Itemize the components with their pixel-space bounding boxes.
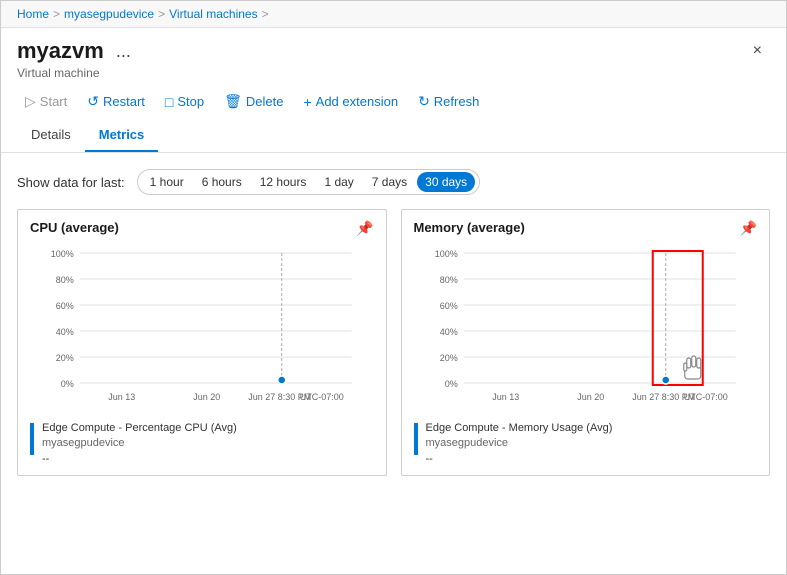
memory-legend-color	[414, 423, 418, 455]
stop-label: Stop	[177, 94, 204, 109]
memory-legend-text: Edge Compute - Memory Usage (Avg) myaseg…	[426, 421, 613, 467]
time-filters: 1 hour 6 hours 12 hours 1 day 7 days 30 …	[137, 169, 481, 195]
stop-button[interactable]: □ Stop	[157, 89, 212, 115]
svg-text:Jun 13: Jun 13	[492, 392, 519, 402]
delete-button[interactable]: 🗑 Delete	[216, 88, 291, 115]
charts-row: CPU (average) 📌 100% 80% 60% 40% 20% 0%	[17, 209, 770, 476]
svg-text:0%: 0%	[444, 379, 457, 389]
memory-legend-sub: myasegpudevice	[426, 436, 613, 451]
svg-text:Jun 20: Jun 20	[577, 392, 604, 402]
show-data-label: Show data for last:	[17, 175, 125, 190]
memory-chart-legend: Edge Compute - Memory Usage (Avg) myaseg…	[414, 421, 758, 467]
add-extension-label: Add extension	[316, 94, 398, 109]
svg-text:Jun 13: Jun 13	[108, 392, 135, 402]
svg-text:60%: 60%	[439, 301, 457, 311]
cpu-legend-name: Edge Compute - Percentage CPU (Avg)	[42, 421, 237, 436]
breadcrumb: Home > myasegpudevice > Virtual machines…	[1, 1, 786, 28]
memory-legend-name: Edge Compute - Memory Usage (Avg)	[426, 421, 613, 436]
svg-text:100%: 100%	[51, 249, 74, 259]
restart-icon: ↺	[87, 93, 99, 110]
resource-subtitle: Virtual machine	[17, 66, 770, 80]
content-area: Show data for last: 1 hour 6 hours 12 ho…	[1, 153, 786, 574]
filter-1d[interactable]: 1 day	[316, 172, 361, 192]
cpu-pin-icon[interactable]: 📌	[356, 220, 373, 237]
svg-text:UTC-07:00: UTC-07:00	[683, 392, 727, 402]
svg-text:20%: 20%	[439, 353, 457, 363]
cpu-legend-sub: myasegpudevice	[42, 436, 237, 451]
delete-label: Delete	[246, 94, 284, 109]
svg-text:80%: 80%	[439, 275, 457, 285]
toolbar: ▷ Start ↺ Restart □ Stop 🗑 Delete + Add …	[17, 80, 770, 115]
start-label: Start	[40, 94, 67, 109]
svg-text:40%: 40%	[439, 327, 457, 337]
memory-chart-card: Memory (average) 📌 100% 80% 60% 40% 20% …	[401, 209, 771, 476]
svg-text:0%: 0%	[61, 379, 74, 389]
svg-text:Jun 20: Jun 20	[193, 392, 220, 402]
tabs-row: Details Metrics	[17, 119, 770, 152]
add-icon: +	[303, 94, 311, 110]
cpu-chart-title: CPU (average)	[30, 220, 119, 235]
filter-7d[interactable]: 7 days	[364, 172, 415, 192]
refresh-label: Refresh	[434, 94, 480, 109]
breadcrumb-device[interactable]: myasegpudevice	[64, 7, 154, 21]
tab-metrics[interactable]: Metrics	[85, 119, 159, 152]
svg-text:40%: 40%	[56, 327, 74, 337]
svg-text:80%: 80%	[56, 275, 74, 285]
breadcrumb-home[interactable]: Home	[17, 7, 49, 21]
start-icon: ▷	[25, 93, 36, 110]
memory-pin-icon[interactable]: 📌	[740, 220, 757, 237]
stop-icon: □	[165, 94, 173, 110]
svg-text:20%: 20%	[56, 353, 74, 363]
breadcrumb-sep-1: >	[53, 7, 60, 21]
svg-text:UTC-07:00: UTC-07:00	[300, 392, 344, 402]
memory-chart-area: 100% 80% 60% 40% 20% 0%	[414, 245, 758, 415]
filter-6h[interactable]: 6 hours	[194, 172, 250, 192]
page-title: myazvm	[17, 38, 104, 64]
header-section: myazvm ... × Virtual machine ▷ Start ↺ R…	[1, 28, 786, 153]
restart-button[interactable]: ↺ Restart	[79, 88, 153, 115]
svg-text:60%: 60%	[56, 301, 74, 311]
memory-chart-svg: 100% 80% 60% 40% 20% 0%	[414, 245, 758, 415]
filter-12h[interactable]: 12 hours	[252, 172, 315, 192]
memory-legend-val: --	[426, 452, 613, 467]
memory-chart-title: Memory (average)	[414, 220, 525, 235]
svg-text:100%: 100%	[434, 249, 457, 259]
cpu-legend-color	[30, 423, 34, 455]
breadcrumb-sep-2: >	[158, 7, 165, 21]
ellipsis-button[interactable]: ...	[112, 41, 135, 62]
app-window: Home > myasegpudevice > Virtual machines…	[0, 0, 787, 575]
breadcrumb-vms[interactable]: Virtual machines	[169, 7, 258, 21]
restart-label: Restart	[103, 94, 145, 109]
add-extension-button[interactable]: + Add extension	[295, 89, 406, 115]
start-button[interactable]: ▷ Start	[17, 88, 75, 115]
cpu-chart-card: CPU (average) 📌 100% 80% 60% 40% 20% 0%	[17, 209, 387, 476]
cpu-legend-val: --	[42, 452, 237, 467]
cpu-chart-svg: 100% 80% 60% 40% 20% 0%	[30, 245, 374, 415]
cpu-chart-area: 100% 80% 60% 40% 20% 0%	[30, 245, 374, 415]
tab-details[interactable]: Details	[17, 119, 85, 152]
refresh-button[interactable]: ↻ Refresh	[410, 88, 487, 115]
close-button[interactable]: ×	[745, 38, 770, 64]
breadcrumb-sep-3: >	[262, 7, 269, 21]
refresh-icon: ↻	[418, 93, 430, 110]
cpu-chart-legend: Edge Compute - Percentage CPU (Avg) myas…	[30, 421, 374, 467]
filter-30d[interactable]: 30 days	[417, 172, 475, 192]
filter-1h[interactable]: 1 hour	[142, 172, 192, 192]
delete-icon: 🗑	[224, 93, 242, 110]
time-filter-row: Show data for last: 1 hour 6 hours 12 ho…	[17, 169, 770, 195]
cpu-legend-text: Edge Compute - Percentage CPU (Avg) myas…	[42, 421, 237, 467]
